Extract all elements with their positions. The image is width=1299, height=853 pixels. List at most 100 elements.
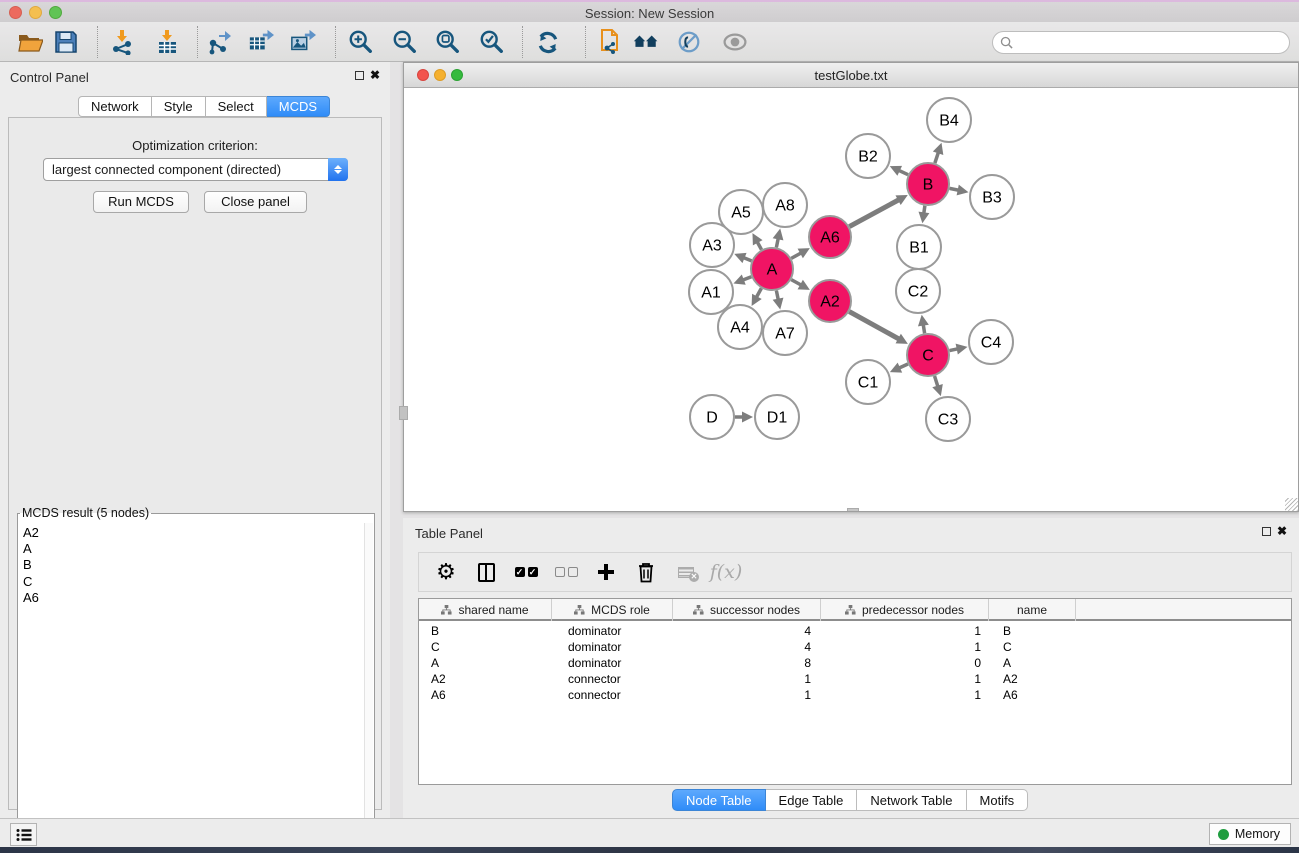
table-cell: 4	[673, 639, 821, 655]
mcds-panel: Optimization criterion: largest connecte…	[8, 117, 382, 810]
mcds-result-item[interactable]: A	[23, 541, 364, 557]
table-cell: 1	[821, 639, 989, 655]
export-network-icon	[206, 29, 232, 55]
table-cell: 1	[673, 671, 821, 687]
edge-A6-B[interactable]	[849, 199, 900, 227]
table-row[interactable]: Adominator80A	[419, 655, 1291, 671]
table-row[interactable]: Bdominator41B	[419, 623, 1291, 639]
open-session-button[interactable]	[17, 29, 43, 55]
table-cell: connector	[552, 671, 673, 687]
mcds-result-item[interactable]: A6	[23, 590, 364, 606]
memory-button[interactable]: Memory	[1209, 823, 1291, 845]
show-graphics-button[interactable]	[722, 29, 748, 55]
tab-network-table[interactable]: Network Table	[857, 789, 966, 811]
mcds-result-item[interactable]: C	[23, 574, 364, 590]
graph-node-label: B2	[858, 149, 878, 166]
zoom-fit-button[interactable]	[435, 29, 461, 55]
mcds-result-item[interactable]: A2	[23, 525, 364, 541]
graph-node-label: C3	[938, 412, 959, 429]
status-bar: Memory	[0, 818, 1299, 847]
zoom-fit-icon	[435, 28, 461, 56]
mcds-result-item[interactable]: B	[23, 557, 364, 573]
arrowhead-icon	[742, 412, 753, 423]
column-header-name[interactable]: name	[989, 599, 1076, 621]
vertical-scrollbar-thumb[interactable]	[399, 406, 408, 420]
tab-select[interactable]: Select	[206, 96, 267, 117]
import-network-button[interactable]	[109, 29, 135, 55]
network-window: testGlobe.txt B4B2BB3A8A5A6A3B1AC2A1A2A4…	[403, 62, 1299, 512]
memory-status-icon	[1218, 829, 1229, 840]
criterion-dropdown[interactable]: largest connected component (directed)	[43, 158, 348, 181]
tab-edge-table[interactable]: Edge Table	[766, 789, 858, 811]
zoom-in-button[interactable]	[348, 29, 374, 55]
function-builder-button[interactable]: f(x)	[713, 559, 739, 585]
graph-node-label: A4	[730, 320, 750, 337]
run-mcds-button[interactable]: Run MCDS	[93, 191, 189, 213]
main-toolbar	[0, 22, 1299, 62]
save-floppy-icon	[54, 30, 78, 54]
graph-node-label: D	[706, 410, 718, 427]
task-history-button[interactable]	[10, 823, 37, 846]
table-row[interactable]: A6connector11A6	[419, 687, 1291, 703]
graph-node-label: A1	[701, 285, 721, 302]
close-panel-icon[interactable]: ✖	[370, 68, 380, 82]
search-field[interactable]	[992, 31, 1290, 54]
add-column-button[interactable]	[593, 559, 619, 585]
arrowhead-icon	[918, 315, 929, 327]
search-input[interactable]	[1017, 36, 1289, 50]
column-header-shared-name[interactable]: shared name	[419, 599, 552, 621]
save-session-button[interactable]	[53, 29, 79, 55]
network-window-titlebar[interactable]: testGlobe.txt	[404, 63, 1298, 88]
mcds-result-list[interactable]: A2ABCA6	[19, 523, 364, 849]
refresh-button[interactable]	[535, 29, 561, 55]
delete-table-button[interactable]: ✕	[673, 559, 699, 585]
float-panel-icon[interactable]	[355, 71, 364, 80]
column-header-predecessor-nodes[interactable]: predecessor nodes	[821, 599, 989, 621]
table-row[interactable]: Cdominator41C	[419, 639, 1291, 655]
delete-column-button[interactable]	[633, 559, 659, 585]
export-image-button[interactable]	[290, 29, 316, 55]
node-table-body: Bdominator41BCdominator41CAdominator80AA…	[419, 623, 1291, 784]
column-header-successor-nodes[interactable]: successor nodes	[673, 599, 821, 621]
control-panel-title: Control Panel	[10, 70, 89, 85]
graph-node-label: A2	[820, 294, 840, 311]
mcds-result-box: MCDS result (5 nodes) A2ABCA6	[17, 506, 375, 851]
table-cell: 0	[821, 655, 989, 671]
desktop-background	[0, 847, 1299, 853]
select-all-button[interactable]: ✓✓	[513, 559, 539, 585]
mcds-result-scrollbar[interactable]	[364, 523, 373, 849]
copy-network-button[interactable]	[596, 29, 622, 55]
tab-network[interactable]: Network	[78, 96, 152, 117]
import-table-button[interactable]	[154, 29, 180, 55]
column-header-MCDS-role[interactable]: MCDS role	[552, 599, 673, 621]
criterion-value: largest connected component (directed)	[44, 162, 328, 177]
export-network-button[interactable]	[206, 29, 232, 55]
tab-style[interactable]: Style	[152, 96, 206, 117]
tab-motifs[interactable]: Motifs	[967, 789, 1029, 811]
deselect-all-button[interactable]	[553, 559, 579, 585]
table-cell: 4	[673, 623, 821, 639]
table-options-button[interactable]: ⚙	[433, 559, 459, 585]
tab-node-table[interactable]: Node Table	[672, 789, 766, 811]
show-columns-button[interactable]	[473, 559, 499, 585]
home-layout-button[interactable]	[633, 29, 659, 55]
table-cell: dominator	[552, 655, 673, 671]
table-row[interactable]: A2connector11A2	[419, 671, 1291, 687]
hide-details-button[interactable]	[676, 29, 702, 55]
float-table-panel-icon[interactable]	[1262, 527, 1271, 536]
horizontal-scrollbar-thumb[interactable]	[847, 508, 859, 511]
tab-mcds[interactable]: MCDS	[267, 96, 330, 117]
table-cell: C	[989, 639, 1076, 655]
zoom-out-button[interactable]	[392, 29, 418, 55]
zoom-selected-button[interactable]	[479, 29, 505, 55]
network-canvas[interactable]: B4B2BB3A8A5A6A3B1AC2A1A2A4A7C4CC1DD1C3	[404, 88, 1298, 511]
table-tabs: Node TableEdge TableNetwork TableMotifs	[672, 789, 1028, 811]
window-resize-grip[interactable]	[1285, 498, 1298, 511]
export-table-button[interactable]	[248, 29, 274, 55]
open-folder-icon	[17, 30, 43, 54]
close-table-panel-icon[interactable]: ✖	[1277, 524, 1287, 538]
network-graph[interactable]: B4B2BB3A8A5A6A3B1AC2A1A2A4A7C4CC1DD1C3	[404, 88, 1298, 511]
close-panel-button[interactable]: Close panel	[204, 191, 307, 213]
graph-node-label: B	[923, 177, 934, 194]
edge-A2-C[interactable]	[849, 312, 901, 340]
